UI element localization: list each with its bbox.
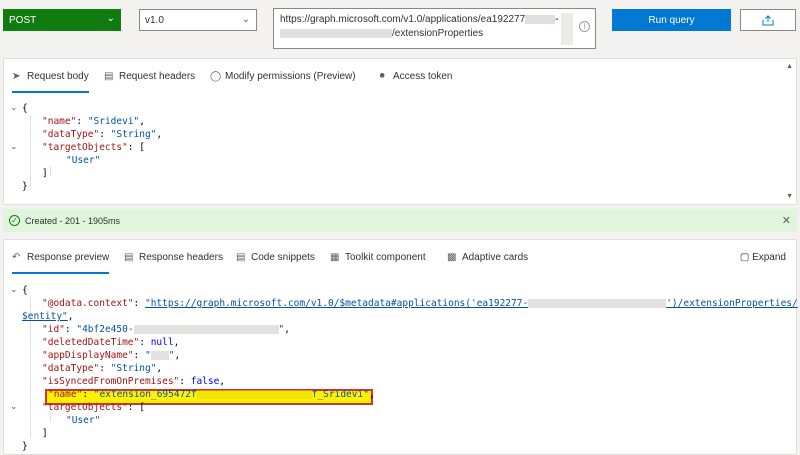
chevron-down-icon: ⌄ — [106, 13, 115, 24]
send-icon: ➤ — [12, 71, 21, 82]
check-circle-icon: ✓ — [9, 215, 20, 226]
share-button[interactable] — [740, 9, 796, 31]
fold-chevron-icon[interactable]: ⌄ — [10, 401, 18, 414]
redacted-text — [196, 390, 312, 399]
info-icon[interactable]: i — [579, 21, 590, 32]
request-panel: ➤ Request body ▤ Request headers ◯ Modify p… — [3, 58, 797, 205]
tab-toolkit-component[interactable]: ▦ Toolkit component — [330, 252, 426, 263]
tab-request-body[interactable]: ➤ Request body — [12, 71, 89, 93]
url-line1: https://graph.microsoft.com/v1.0/applica… — [280, 14, 526, 25]
tab-modify-permissions[interactable]: ◯ Modify permissions (Preview) — [210, 71, 356, 82]
chevron-down-icon: ⌄ — [241, 14, 250, 25]
api-version-value: v1.0 — [145, 14, 164, 26]
tab-access-token[interactable]: ⚫ Access token — [378, 71, 452, 82]
run-query-button[interactable]: Run query — [612, 9, 731, 31]
redacted-text — [525, 14, 556, 24]
tab-request-headers[interactable]: ▤ Request headers — [104, 71, 195, 82]
status-bar: ✓ Created - 201 - 1905ms ✕ — [3, 209, 797, 232]
request-url-input[interactable]: https://graph.microsoft.com/v1.0/applica… — [273, 8, 596, 49]
url-line2: /extensionProperties — [392, 28, 484, 39]
response-panel: ↶ Response preview ▤ Response headers ▤ Cod… — [3, 239, 798, 455]
lock-icon: ⚫ — [378, 71, 387, 82]
puzzle-icon: ▦ — [330, 252, 340, 263]
response-body-lower: "name": "extension_695472f f_Sridevi", ⌄ … — [10, 389, 375, 452]
request-body-editor[interactable]: ⌄ { "name": "Sridevi", "dataType": "Stri… — [4, 102, 764, 202]
tab-response-headers[interactable]: ▤ Response headers — [124, 252, 223, 263]
expand-icon: ▢ — [739, 252, 753, 263]
status-text: Created - 201 - 1905ms — [25, 215, 121, 226]
response-tabs: ↶ Response preview ▤ Response headers ▤ Cod… — [4, 240, 796, 276]
shield-icon: ◯ — [210, 71, 222, 82]
close-icon[interactable]: ✕ — [782, 214, 791, 227]
share-icon — [762, 14, 774, 25]
fold-chevron-icon[interactable]: ⌄ — [10, 102, 18, 115]
scroll-down-arrow[interactable]: ▼ — [786, 193, 793, 200]
undo-arrow-icon: ↶ — [12, 252, 21, 263]
tab-response-preview[interactable]: ↶ Response preview — [12, 252, 110, 274]
http-method-value: POST — [9, 14, 37, 26]
tab-code-snippets[interactable]: ▤ Code snippets — [236, 252, 315, 263]
document-icon: ▤ — [104, 71, 114, 82]
tab-adaptive-cards[interactable]: ▩ Adaptive cards — [447, 252, 528, 263]
redacted-text — [280, 28, 392, 38]
request-tabs: ➤ Request body ▤ Request headers ◯ Modify p… — [4, 59, 796, 95]
expand-button[interactable]: ▢ Expand — [740, 252, 786, 263]
scroll-up-arrow[interactable]: ▲ — [786, 63, 793, 70]
document-icon: ▤ — [124, 252, 134, 263]
http-method-dropdown[interactable]: POST ⌄ — [3, 9, 121, 31]
api-version-dropdown[interactable]: v1.0 ⌄ — [139, 9, 257, 31]
fold-chevron-icon[interactable]: ⌄ — [10, 141, 18, 154]
url-divider — [561, 13, 573, 45]
card-icon: ▩ — [447, 252, 457, 263]
code-icon: ▤ — [236, 252, 246, 263]
